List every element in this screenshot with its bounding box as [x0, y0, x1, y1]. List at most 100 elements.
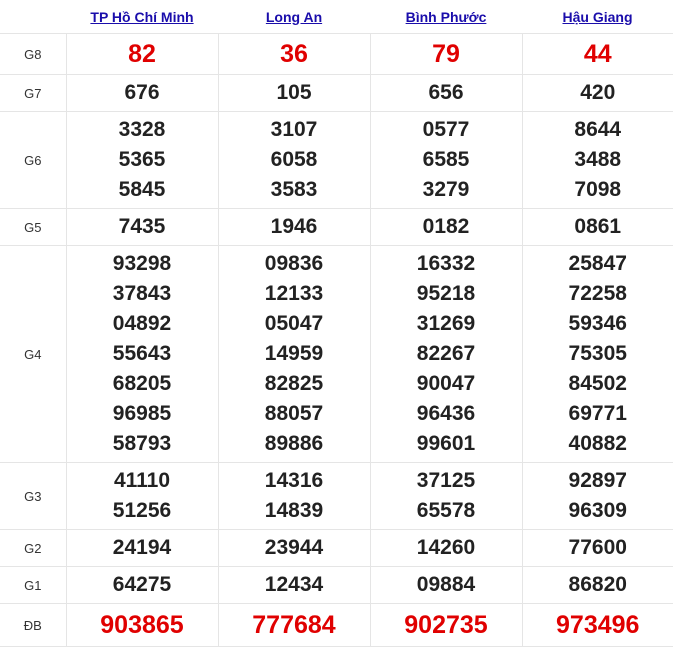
result-cell: 0861 [521, 208, 673, 246]
result-cell: 0182 [369, 208, 523, 246]
province-link-long-an[interactable]: Long An [266, 9, 322, 25]
result-cell: 8644 3488 7098 [521, 111, 673, 209]
result-number: 82 [128, 40, 156, 68]
prize-row-g6: G6 3328 5365 5845 3107 6058 3583 0577 65… [0, 111, 673, 209]
prize-label: G1 [0, 566, 67, 604]
result-cell: 25847 72258 59346 75305 84502 69771 4088… [521, 245, 673, 463]
prize-label: ĐB [0, 603, 67, 647]
result-number: 12434 [264, 573, 324, 596]
result-cell: 3328 5365 5845 [65, 111, 219, 209]
result-number: 40882 [568, 432, 627, 455]
result-number: 88057 [264, 402, 324, 425]
result-number: 14260 [416, 536, 476, 559]
result-cell: 676 [65, 74, 219, 112]
result-number: 51256 [112, 499, 172, 522]
province-link-hau-giang[interactable]: Hậu Giang [562, 9, 632, 25]
result-number: 04892 [112, 312, 172, 335]
result-cell: 656 [369, 74, 523, 112]
result-cell: 12434 [217, 566, 371, 604]
prize-row-g2: G2 24194 23944 14260 77600 [0, 529, 673, 567]
result-number: 96436 [416, 402, 476, 425]
result-number: 37125 [416, 469, 476, 492]
prize-row-g1: G1 64275 12434 09884 86820 [0, 566, 673, 604]
result-cell: 44 [521, 33, 673, 75]
result-number: 75305 [568, 342, 627, 365]
result-number: 05047 [264, 312, 324, 335]
province-link-ho-chi-minh[interactable]: TP Hồ Chí Minh [90, 9, 193, 25]
result-number: 59346 [568, 312, 627, 335]
prize-label: G8 [0, 33, 67, 75]
header-corner [0, 0, 66, 34]
result-cell: 92897 96309 [521, 462, 673, 530]
province-link-binh-phuoc[interactable]: Bình Phước [406, 9, 487, 25]
result-number: 89886 [264, 432, 324, 455]
result-cell: 77600 [521, 529, 673, 567]
result-cell: 7435 [65, 208, 219, 246]
result-cell: 09884 [369, 566, 523, 604]
result-cell: 3107 6058 3583 [217, 111, 371, 209]
result-number: 5845 [118, 178, 166, 201]
result-number: 96309 [568, 499, 627, 522]
result-number: 14959 [264, 342, 324, 365]
result-number: 72258 [568, 282, 627, 305]
result-cell: 23944 [217, 529, 371, 567]
prize-row-g5: G5 7435 1946 0182 0861 [0, 208, 673, 246]
result-cell: 903865 [65, 603, 219, 647]
result-number: 676 [124, 81, 160, 104]
result-number: 0577 [422, 118, 470, 141]
result-number: 65578 [416, 499, 476, 522]
prize-label: G2 [0, 529, 67, 567]
result-number: 777684 [252, 611, 336, 639]
header-row: TP Hồ Chí Minh Long An Bình Phước Hậu Gi… [0, 0, 673, 34]
prize-row-g3: G3 41110 51256 14316 14839 37125 65578 9… [0, 462, 673, 530]
result-number: 99601 [416, 432, 476, 455]
result-cell: 24194 [65, 529, 219, 567]
result-number: 14316 [264, 469, 324, 492]
result-number: 656 [428, 81, 464, 104]
province-header: Bình Phước [370, 0, 522, 34]
result-number: 31269 [416, 312, 476, 335]
province-header: TP Hồ Chí Minh [66, 0, 218, 34]
result-number: 58793 [112, 432, 172, 455]
result-number: 105 [276, 81, 312, 104]
result-number: 41110 [113, 469, 171, 492]
prize-label: G5 [0, 208, 67, 246]
province-header: Hậu Giang [522, 0, 673, 34]
result-number: 0861 [574, 215, 622, 238]
result-number: 6585 [422, 148, 470, 171]
prize-label: G4 [0, 245, 67, 463]
result-number: 96985 [112, 402, 172, 425]
result-cell: 14260 [369, 529, 523, 567]
result-number: 55643 [112, 342, 172, 365]
result-number: 3328 [118, 118, 166, 141]
result-cell: 09836 12133 05047 14959 82825 88057 8988… [217, 245, 371, 463]
result-number: 3583 [270, 178, 318, 201]
prize-row-g8: G8 82 36 79 44 [0, 33, 673, 75]
prize-label: G7 [0, 74, 67, 112]
result-cell: 14316 14839 [217, 462, 371, 530]
result-number: 8644 [574, 118, 622, 141]
result-number: 14839 [264, 499, 324, 522]
province-header: Long An [218, 0, 370, 34]
lottery-results-table: TP Hồ Chí Minh Long An Bình Phước Hậu Gi… [0, 0, 673, 647]
result-cell: 37125 65578 [369, 462, 523, 530]
result-number: 37843 [112, 282, 172, 305]
result-number: 5365 [118, 148, 166, 171]
result-number: 25847 [568, 252, 627, 275]
result-cell: 86820 [521, 566, 673, 604]
result-number: 7435 [118, 215, 166, 238]
result-number: 95218 [416, 282, 476, 305]
prize-row-special: ĐB 903865 777684 902735 973496 [0, 603, 673, 647]
result-number: 3107 [270, 118, 318, 141]
result-number: 420 [580, 81, 616, 104]
result-cell: 82 [65, 33, 219, 75]
result-number: 3488 [574, 148, 622, 171]
result-cell: 105 [217, 74, 371, 112]
result-number: 92897 [568, 469, 627, 492]
prize-label: G3 [0, 462, 67, 530]
result-number: 1946 [270, 215, 318, 238]
result-cell: 93298 37843 04892 55643 68205 96985 5879… [65, 245, 219, 463]
result-number: 23944 [264, 536, 324, 559]
result-cell: 41110 51256 [65, 462, 219, 530]
result-cell: 902735 [369, 603, 523, 647]
